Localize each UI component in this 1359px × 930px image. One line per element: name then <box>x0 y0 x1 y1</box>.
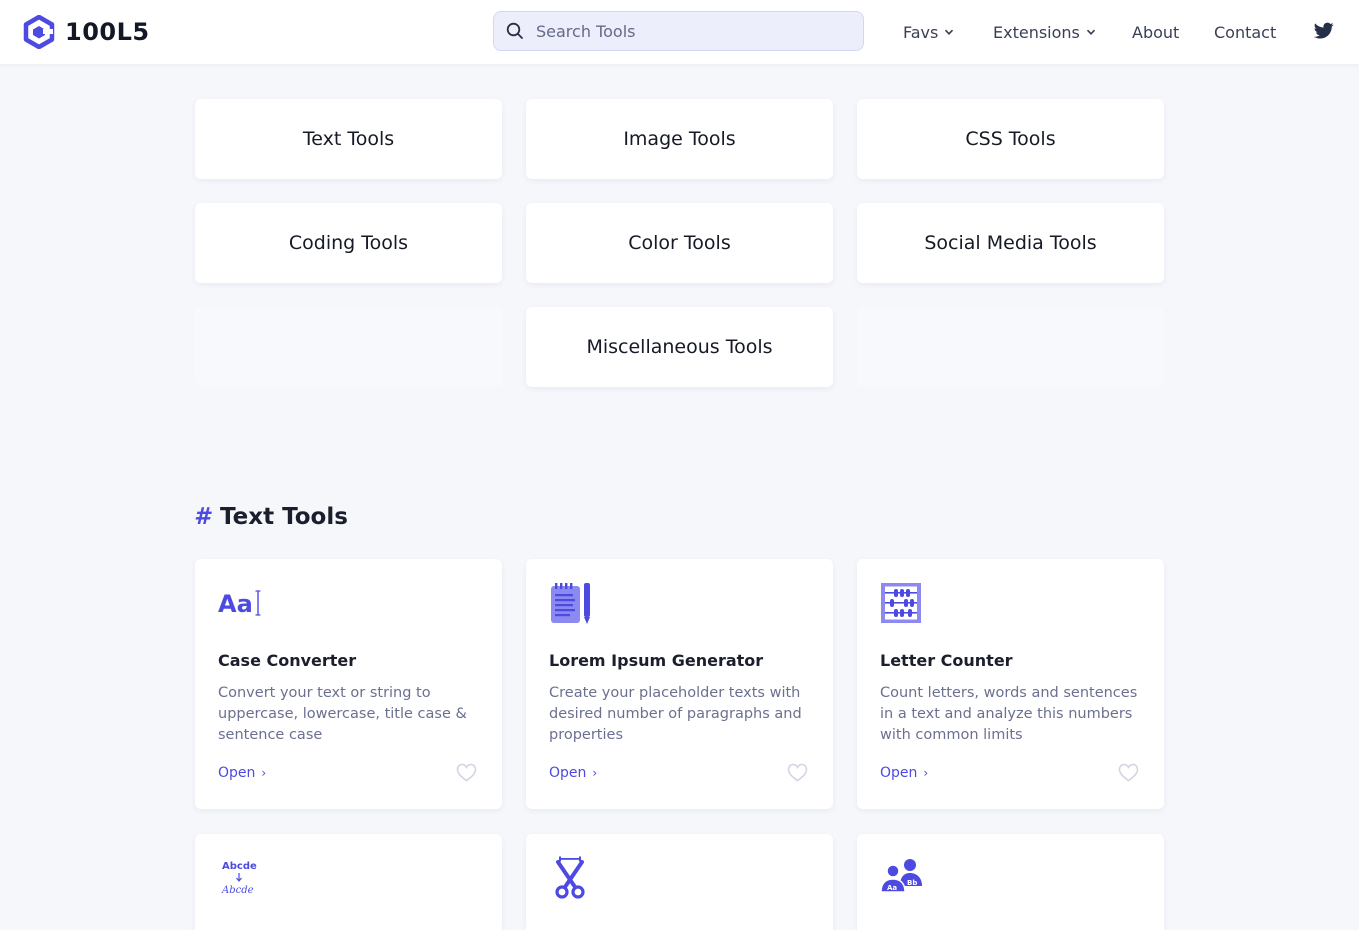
site-logo[interactable]: 100L5 <box>23 15 150 49</box>
chevron-right-icon: › <box>261 766 267 780</box>
open-link[interactable]: Open › <box>218 765 266 781</box>
icon-text: Aa <box>887 884 897 892</box>
tool-description: Convert your text or string to uppercase… <box>218 685 467 743</box>
twitter-icon[interactable] <box>1314 22 1334 40</box>
category-coding-tools[interactable]: Coding Tools <box>195 203 502 283</box>
category-label: Coding Tools <box>288 232 409 254</box>
hexagon-logo-icon <box>23 15 55 49</box>
icon-text: Aa <box>218 590 253 618</box>
heart-icon[interactable] <box>787 763 808 782</box>
open-label: Open <box>880 765 918 781</box>
category-placeholder <box>195 307 502 387</box>
heart-icon[interactable] <box>1118 763 1139 782</box>
section-hash: # <box>194 504 211 530</box>
people-letters-icon: Bb Aa <box>880 859 922 893</box>
tool-description: Count letters, words and sentences in a … <box>880 685 1138 743</box>
category-image-tools[interactable]: Image Tools <box>526 99 833 179</box>
open-link[interactable]: Open › <box>880 765 928 781</box>
tool-name: Letter Counter <box>880 651 1013 670</box>
tool-card-text-scissors[interactable] <box>526 834 833 930</box>
heart-icon[interactable] <box>456 763 477 782</box>
category-css-tools[interactable]: CSS Tools <box>857 99 1164 179</box>
open-label: Open <box>218 765 256 781</box>
category-text-tools[interactable]: Text Tools <box>195 99 502 179</box>
chevron-down-icon <box>1086 29 1095 35</box>
tool-description: Create your placeholder texts with desir… <box>549 685 802 743</box>
tool-name: Lorem Ipsum Generator <box>549 651 764 670</box>
chevron-right-icon: › <box>923 766 929 780</box>
abacus-icon <box>881 583 921 623</box>
search-box[interactable] <box>493 11 864 51</box>
category-social-media-tools[interactable]: Social Media Tools <box>857 203 1164 283</box>
open-link[interactable]: Open › <box>549 765 597 781</box>
chevron-down-icon <box>945 29 954 35</box>
category-label: Image Tools <box>623 128 736 150</box>
section-title: # Text Tools <box>194 504 348 530</box>
nav-favs-label: Favs <box>903 22 939 42</box>
category-label: Text Tools <box>302 128 395 150</box>
tool-card-lorem-ipsum-generator[interactable]: Lorem Ipsum Generator Create your placeh… <box>526 559 833 809</box>
category-placeholder <box>857 307 1164 387</box>
category-label: Miscellaneous Tools <box>586 336 773 358</box>
logo-text: 100L5 <box>65 18 150 46</box>
tool-card-text-people[interactable]: Bb Aa <box>857 834 1164 930</box>
nav-about[interactable]: About <box>1132 0 1179 64</box>
category-label: CSS Tools <box>965 128 1056 150</box>
nav-contact-label: Contact <box>1214 22 1277 42</box>
search-icon <box>506 22 523 39</box>
nav-extensions[interactable]: Extensions <box>993 0 1096 64</box>
notepad-icon <box>551 583 590 624</box>
category-label: Color Tools <box>628 232 731 254</box>
icon-text: Abcde <box>221 885 254 896</box>
nav-contact[interactable]: Contact <box>1214 0 1276 64</box>
tool-card-letter-counter[interactable]: Letter Counter Count letters, words and … <box>857 559 1164 809</box>
tool-card-text-transform[interactable]: Abcde Abcde <box>195 834 502 930</box>
icon-text: Abcde <box>222 861 257 872</box>
tool-card-case-converter[interactable]: Aa Case Converter Convert your text or s… <box>195 559 502 809</box>
category-label: Social Media Tools <box>924 232 1097 254</box>
nav-favs[interactable]: Favs <box>903 0 954 64</box>
text-transform-icon: Abcde Abcde <box>221 861 257 896</box>
top-header: 100L5 Favs Extensions About Contact <box>0 0 1359 64</box>
nav-about-label: About <box>1132 22 1180 42</box>
search-input[interactable] <box>534 20 838 42</box>
section-title-text: Text Tools <box>220 504 348 530</box>
tool-name: Case Converter <box>218 651 357 670</box>
case-converter-icon: Aa <box>218 590 261 618</box>
scissors-icon <box>555 856 585 899</box>
category-miscellaneous-tools[interactable]: Miscellaneous Tools <box>526 307 833 387</box>
chevron-right-icon: › <box>592 766 598 780</box>
open-label: Open <box>549 765 587 781</box>
category-color-tools[interactable]: Color Tools <box>526 203 833 283</box>
icon-text: Bb <box>907 879 917 887</box>
nav-extensions-label: Extensions <box>993 22 1080 42</box>
